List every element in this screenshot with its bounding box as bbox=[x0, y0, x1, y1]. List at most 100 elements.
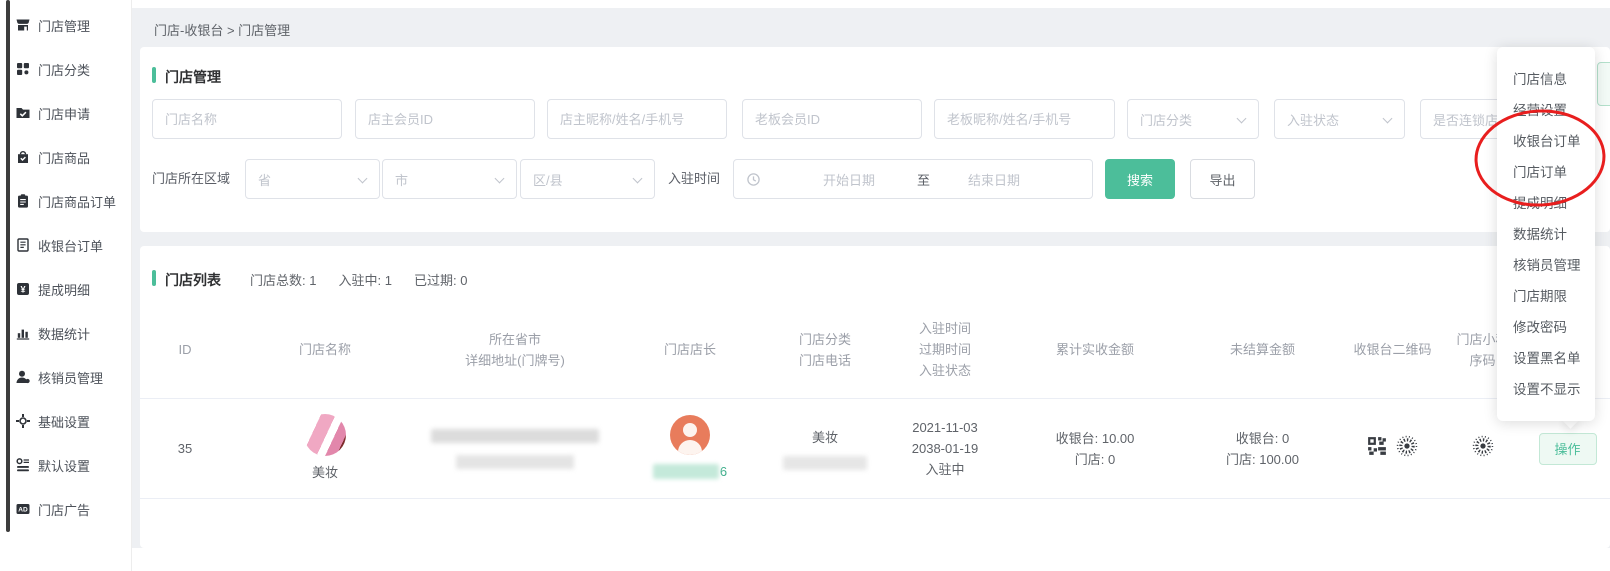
dropdown-item-store-term[interactable]: 门店期限 bbox=[1497, 281, 1595, 312]
dropdown-item-store-orders[interactable]: 门店订单 bbox=[1497, 157, 1595, 188]
table-header: ID 门店名称 所在省市 详细地址(门牌号) 门店店长 门店分类 门店电话 入驻… bbox=[140, 301, 1610, 399]
store-name-caption: 美妆 bbox=[312, 462, 338, 483]
entry-status-select[interactable]: 入驻状态 bbox=[1274, 99, 1405, 139]
cell-unsettled: 收银台: 0 门店: 100.00 bbox=[1180, 428, 1345, 470]
stat-total: 门店总数: 1 bbox=[250, 270, 316, 289]
dropdown-item-commission-detail[interactable]: 提成明细 bbox=[1497, 188, 1595, 219]
province-select[interactable]: 省 bbox=[245, 159, 380, 199]
cell-manager: 6 bbox=[610, 415, 770, 482]
sidebar-item-label: 基础设置 bbox=[38, 412, 90, 431]
sidebar-item-label: 数据统计 bbox=[38, 324, 90, 343]
dropdown-item-set-blacklist[interactable]: 设置黑名单 bbox=[1497, 343, 1595, 374]
chevron-down-icon bbox=[1237, 114, 1247, 124]
clock-icon bbox=[746, 172, 761, 187]
owner-nick-input[interactable] bbox=[547, 99, 727, 139]
sidebar: 门店管理 门店分类 门店申请 门店商品 门店商品订单 收银台订单 ¥ 提成明细 bbox=[0, 0, 132, 571]
date-range-picker[interactable]: 开始日期 至 结束日期 bbox=[733, 159, 1093, 199]
dropdown-item-verifier-management[interactable]: 核销员管理 bbox=[1497, 250, 1595, 281]
col-header-unsettled: 未结算金额 bbox=[1180, 339, 1345, 360]
start-date-placeholder[interactable]: 开始日期 bbox=[823, 170, 875, 189]
search-button[interactable]: 搜索 bbox=[1105, 159, 1175, 199]
cell-received: 收银台: 10.00 门店: 0 bbox=[1010, 428, 1180, 470]
chevron-down-icon bbox=[1383, 114, 1393, 124]
page: 门店管理 门店分类 门店申请 门店商品 门店商品订单 收银台订单 ¥ 提成明细 bbox=[0, 0, 1610, 571]
owner-member-id-input[interactable] bbox=[355, 99, 535, 139]
dropdown-item-data-statistics[interactable]: 数据统计 bbox=[1497, 219, 1595, 250]
miniprogram-code-icon[interactable] bbox=[1472, 435, 1494, 463]
store-name-input[interactable] bbox=[152, 99, 342, 139]
dropdown-item-change-password[interactable]: 修改密码 bbox=[1497, 312, 1595, 343]
receipt-icon bbox=[15, 237, 31, 253]
miniprogram-code-icon[interactable] bbox=[1396, 435, 1418, 463]
sidebar-item-store-management[interactable]: 门店管理 bbox=[0, 12, 132, 38]
manager-phone[interactable]: 6 bbox=[653, 461, 727, 482]
sidebar-item-label: 默认设置 bbox=[38, 456, 90, 475]
filter-card: 门店管理 门店分类 入驻状态 是否连锁店 门店所在区域 省 市 bbox=[140, 47, 1610, 232]
bag-icon bbox=[15, 149, 31, 165]
store-stats: 门店总数: 1 入驻中: 1 已过期: 0 bbox=[250, 270, 467, 289]
person-icon bbox=[15, 369, 31, 385]
sidebar-item-label: 门店申请 bbox=[38, 104, 90, 123]
sidebar-item-basic-settings[interactable]: 基础设置 bbox=[0, 408, 132, 434]
storefront-icon bbox=[15, 17, 31, 33]
redacted-phone bbox=[653, 464, 719, 479]
store-category-select[interactable]: 门店分类 bbox=[1127, 99, 1259, 139]
sidebar-item-commission-detail[interactable]: ¥ 提成明细 bbox=[0, 276, 132, 302]
store-list-card: 门店列表 门店总数: 1 入驻中: 1 已过期: 0 ID 门店名称 所在省市 … bbox=[140, 246, 1610, 548]
manager-avatar bbox=[670, 415, 710, 455]
col-header-entry-time: 入驻时间 过期时间 入驻状态 bbox=[880, 318, 1010, 381]
redacted-address-line2 bbox=[456, 455, 574, 469]
add-store-button-partial[interactable] bbox=[1597, 62, 1610, 106]
chart-icon bbox=[15, 325, 31, 341]
sidebar-item-data-statistics[interactable]: 数据统计 bbox=[0, 320, 132, 346]
sidebar-item-label: 核销员管理 bbox=[38, 368, 103, 387]
region-label: 门店所在区域 bbox=[152, 159, 230, 199]
dropdown-item-store-info[interactable]: 门店信息 bbox=[1497, 64, 1595, 95]
dropdown-item-set-hidden[interactable]: 设置不显示 bbox=[1497, 374, 1595, 405]
boss-member-id-input[interactable] bbox=[742, 99, 922, 139]
cell-cashier-qr bbox=[1345, 435, 1440, 463]
money-icon: ¥ bbox=[15, 281, 31, 297]
export-button[interactable]: 导出 bbox=[1190, 159, 1255, 199]
sidebar-item-store-ads[interactable]: AD 门店广告 bbox=[0, 496, 132, 522]
end-date-placeholder[interactable]: 结束日期 bbox=[968, 170, 1020, 189]
action-button[interactable]: 操作 bbox=[1539, 433, 1597, 465]
chevron-down-icon bbox=[358, 174, 368, 184]
action-dropdown-menu: 门店信息 经营设置 收银台订单 门店订单 提成明细 数据统计 核销员管理 门店期… bbox=[1497, 47, 1595, 421]
redacted-address-line1 bbox=[431, 429, 599, 443]
cell-entry-time: 2021-11-03 2038-01-19 入驻中 bbox=[880, 417, 1010, 480]
table-row: 35 美妆 6 美妆 2021-11-03 bbox=[140, 399, 1610, 499]
filter-card-title: 门店管理 bbox=[165, 67, 221, 87]
svg-text:AD: AD bbox=[18, 507, 28, 514]
cell-store-name: 美妆 bbox=[230, 414, 420, 483]
dropdown-item-cashier-orders[interactable]: 收银台订单 bbox=[1497, 126, 1595, 157]
cell-id: 35 bbox=[140, 438, 230, 459]
redacted-store-phone bbox=[783, 456, 867, 470]
folder-check-icon bbox=[15, 105, 31, 121]
sidebar-item-store-category[interactable]: 门店分类 bbox=[0, 56, 132, 82]
section-accent-bar bbox=[152, 270, 156, 286]
col-header-name: 门店名称 bbox=[230, 339, 420, 360]
cell-category: 美妆 bbox=[770, 427, 880, 470]
stat-active: 入驻中: 1 bbox=[338, 270, 391, 289]
date-to-label: 至 bbox=[917, 170, 930, 189]
sliders-icon bbox=[15, 457, 31, 473]
svg-text:¥: ¥ bbox=[20, 285, 25, 295]
sidebar-item-verifier-management[interactable]: 核销员管理 bbox=[0, 364, 132, 390]
sidebar-item-store-goods-orders[interactable]: 门店商品订单 bbox=[0, 188, 132, 214]
district-select[interactable]: 区/县 bbox=[520, 159, 655, 199]
sidebar-item-store-application[interactable]: 门店申请 bbox=[0, 100, 132, 126]
sidebar-item-default-settings[interactable]: 默认设置 bbox=[0, 452, 132, 478]
sidebar-item-cashier-orders[interactable]: 收银台订单 bbox=[0, 232, 132, 258]
sidebar-item-store-goods[interactable]: 门店商品 bbox=[0, 144, 132, 170]
boss-nick-input[interactable] bbox=[934, 99, 1115, 139]
ad-icon: AD bbox=[15, 501, 31, 517]
col-header-received: 累计实收金额 bbox=[1010, 339, 1180, 360]
city-select[interactable]: 市 bbox=[382, 159, 517, 199]
col-header-address: 所在省市 详细地址(门牌号) bbox=[420, 329, 610, 371]
col-header-id: ID bbox=[140, 339, 230, 360]
qr-code-icon[interactable] bbox=[1367, 436, 1387, 462]
sidebar-item-label: 收银台订单 bbox=[38, 236, 103, 255]
dropdown-item-business-settings[interactable]: 经营设置 bbox=[1497, 95, 1595, 126]
clipboard-icon bbox=[15, 193, 31, 209]
